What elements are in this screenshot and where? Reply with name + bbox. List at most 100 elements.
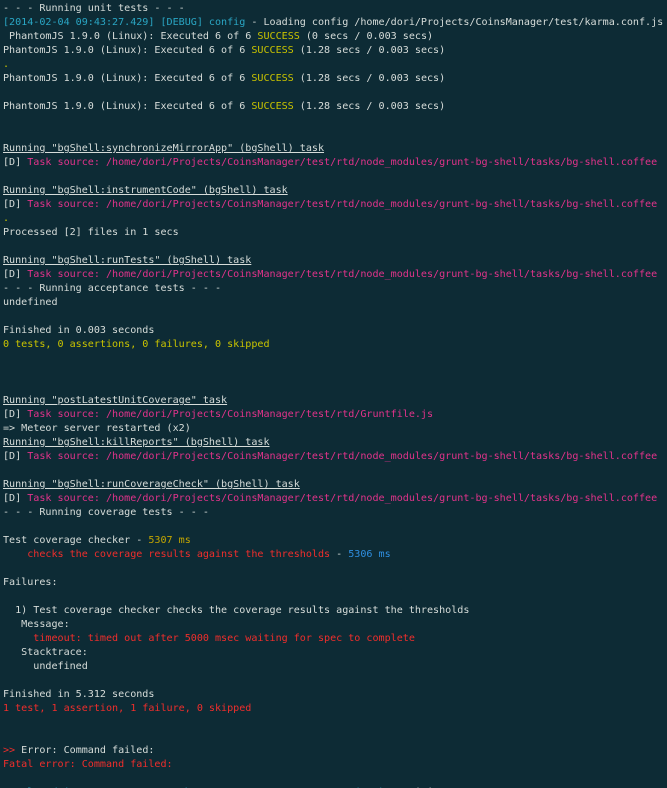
terminal-line: undefined xyxy=(3,296,664,310)
terminal-text-segment: timeout: timed out after 5000 msec waiti… xyxy=(3,633,415,644)
terminal-text-segment: - xyxy=(245,17,264,28)
terminal-line: checks the coverage results against the … xyxy=(3,548,664,562)
terminal-line: Failures: xyxy=(3,576,664,590)
terminal-text-segment: Message: xyxy=(3,619,70,630)
terminal-text-segment: Finished in 0.003 seconds xyxy=(3,325,155,336)
terminal-line: Processed [2] files in 1 secs xyxy=(3,226,664,240)
terminal-line: - - - Running acceptance tests - - - xyxy=(3,282,664,296)
terminal-text-segment: (1.28 secs / 0.003 secs) xyxy=(293,45,446,56)
terminal-text-segment: [D] xyxy=(3,451,28,462)
terminal-text-segment: Running "bgShell:instrumentCode" (bgShel… xyxy=(3,185,288,196)
terminal-text-segment: Stacktrace: xyxy=(3,647,88,658)
terminal-line: PhantomJS 1.9.0 (Linux): Executed 6 of 6… xyxy=(3,72,664,86)
terminal-line: 1 test, 1 assertion, 1 failure, 0 skippe… xyxy=(3,702,664,716)
terminal-line: [D] Task source: /home/dori/Projects/Coi… xyxy=(3,268,664,282)
terminal-text-segment: >> xyxy=(3,745,16,756)
terminal-line: Running "bgShell:runTests" (bgShell) tas… xyxy=(3,254,664,268)
terminal-text-segment: 5307 ms xyxy=(148,535,191,546)
terminal-line: 1) Test coverage checker checks the cove… xyxy=(3,604,664,618)
terminal-text-segment: (1.28 secs / 0.003 secs) xyxy=(293,73,446,84)
terminal-line: Running "bgShell:killReports" (bgShell) … xyxy=(3,436,664,450)
terminal-text-segment: - xyxy=(130,535,149,546)
terminal-text-segment: Processed [2] files in 1 secs xyxy=(3,227,179,238)
terminal-line: - - - Running coverage tests - - - xyxy=(3,506,664,520)
terminal-line: [D] Task source: /home/dori/Projects/Coi… xyxy=(3,198,664,212)
terminal-text-segment: Task source: /home/dori/Projects/CoinsMa… xyxy=(27,157,658,168)
terminal-line: PhantomJS 1.9.0 (Linux): Executed 6 of 6… xyxy=(3,44,664,58)
terminal-text-segment: PhantomJS 1.9.0 (Linux): Executed 6 of 6 xyxy=(3,101,252,112)
terminal-text-segment: Running "bgShell:runTests" (bgShell) tas… xyxy=(3,255,252,266)
terminal-text-segment: Task source: /home/dori/Projects/CoinsMa… xyxy=(27,199,658,210)
terminal-text-segment: - - - Running unit tests - - - xyxy=(3,3,185,14)
terminal-text-segment: Running "bgShell:synchronizeMirrorApp" (… xyxy=(3,143,325,154)
terminal-text-segment: (1.28 secs / 0.003 secs) xyxy=(293,101,446,112)
terminal-line: Running "bgShell:instrumentCode" (bgShel… xyxy=(3,184,664,198)
terminal-text-segment: . xyxy=(3,59,10,70)
terminal-text-segment: PhantomJS 1.9.0 (Linux): Executed 6 of 6 xyxy=(3,73,252,84)
terminal-line: Fatal error: Command failed: xyxy=(3,758,664,772)
terminal-line: - - - Running unit tests - - - xyxy=(3,2,664,16)
terminal-line: Running "bgShell:runCoverageCheck" (bgSh… xyxy=(3,478,664,492)
terminal-line: PhantomJS 1.9.0 (Linux): Executed 6 of 6… xyxy=(3,100,664,114)
terminal-line: => Meteor server restarted (x2) xyxy=(3,422,664,436)
terminal-text-segment: - xyxy=(330,549,349,560)
terminal-line: Finished in 0.003 seconds xyxy=(3,324,664,338)
terminal-text-segment: 1) Test coverage checker checks the cove… xyxy=(3,605,470,616)
terminal-line: 0 tests, 0 assertions, 0 failures, 0 ski… xyxy=(3,338,664,352)
terminal-line: [2014-02-04 09:43:27.429] [DEBUG] config… xyxy=(3,16,664,30)
terminal-text-segment: Running "bgShell:runCoverageCheck" (bgSh… xyxy=(3,479,300,490)
terminal-line: [D] Task source: /home/dori/Projects/Coi… xyxy=(3,156,664,170)
terminal-text-segment: 5306 ms xyxy=(348,549,391,560)
terminal-text-segment: SUCCESS xyxy=(251,45,294,56)
terminal-line: Running "bgShell:synchronizeMirrorApp" (… xyxy=(3,142,664,156)
terminal-text-segment: Task source: /home/dori/Projects/CoinsMa… xyxy=(27,269,658,280)
terminal-text-segment: . xyxy=(3,213,10,224)
terminal-text-segment: PhantomJS 1.9.0 (Linux): Executed 6 of 6 xyxy=(3,45,252,56)
terminal-line: Test coverage checker - 5307 ms xyxy=(3,534,664,548)
terminal-text-segment: PhantomJS 1.9.0 (Linux): Executed 6 of 6 xyxy=(3,31,258,42)
terminal-text-segment: => Meteor server restarted (x2) xyxy=(3,423,191,434)
terminal-line: Running "postLatestUnitCoverage" task xyxy=(3,394,664,408)
terminal-text-segment: - - - Running coverage tests - - - xyxy=(3,507,209,518)
terminal-text-segment: undefined xyxy=(3,297,58,308)
terminal-line: PhantomJS 1.9.0 (Linux): Executed 6 of 6… xyxy=(3,30,664,44)
terminal-text-segment: [2014-02-04 09:43:27.429] [DEBUG] config xyxy=(3,17,246,28)
terminal-text-segment: 1 test, 1 assertion, 1 failure, 0 skippe… xyxy=(3,703,252,714)
terminal-text-segment: [D] xyxy=(3,199,28,210)
terminal-line: . xyxy=(3,58,664,72)
terminal-text-segment: Loading config /home/dori/Projects/Coins… xyxy=(263,17,664,28)
terminal-line: [D] Task source: /home/dori/Projects/Coi… xyxy=(3,408,664,422)
terminal-text-segment: checks the coverage results against the … xyxy=(3,549,331,560)
terminal-text-segment: SUCCESS xyxy=(251,73,294,84)
terminal-text-segment: Finished in 5.312 seconds xyxy=(3,689,155,700)
terminal-text-segment: SUCCESS xyxy=(257,31,300,42)
terminal-line: Message: xyxy=(3,618,664,632)
terminal-text-segment: - - - Running acceptance tests - - - xyxy=(3,283,222,294)
terminal-text-segment: [D] xyxy=(3,157,28,168)
terminal-line: >> Error: Command failed: xyxy=(3,744,664,758)
terminal-text-segment: Task source: /home/dori/Projects/CoinsMa… xyxy=(27,409,434,420)
terminal-text-segment: Task source: /home/dori/Projects/CoinsMa… xyxy=(27,451,658,462)
terminal-line: Finished in 5.312 seconds xyxy=(3,688,664,702)
terminal-output[interactable]: - - - Running unit tests - - - [2014-02-0… xyxy=(0,0,667,788)
terminal-line: [D] Task source: /home/dori/Projects/Coi… xyxy=(3,492,664,506)
terminal-text-segment: Error: Command failed: xyxy=(15,745,155,756)
terminal-text-segment: 0 tests, 0 assertions, 0 failures, 0 ski… xyxy=(3,339,270,350)
terminal-line: . xyxy=(3,212,664,226)
terminal-text-segment: [D] xyxy=(3,269,28,280)
terminal-text-segment: Running "postLatestUnitCoverage" task xyxy=(3,395,228,406)
terminal-text-segment: Failures: xyxy=(3,577,58,588)
